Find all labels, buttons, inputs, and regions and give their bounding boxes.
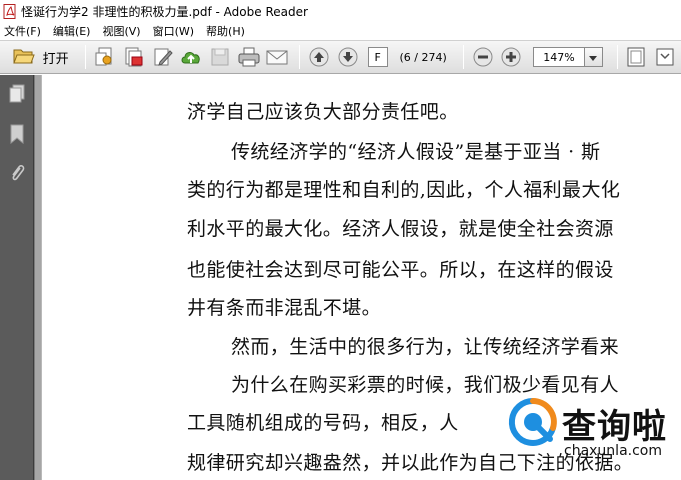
chevron-down-icon — [589, 50, 598, 64]
document-line: 为什么在购买彩票的时候，我们极少看见有人 — [231, 374, 620, 396]
bookmark-icon[interactable] — [8, 124, 26, 147]
menu-file[interactable]: 文件(F) — [4, 23, 41, 39]
document-line: 也能使社会达到尽可能公平。所以，在这样的假设 — [187, 259, 614, 281]
document-line: 井有条而非混乱不堪。 — [187, 297, 382, 319]
zoom-input[interactable]: 147% — [533, 47, 585, 67]
combine-files-icon[interactable] — [121, 44, 147, 70]
minus-icon[interactable] — [470, 44, 496, 70]
document-line: 然而，生活中的很多行为，让传统经济学看来 — [231, 336, 620, 358]
create-pdf-icon[interactable] — [92, 44, 118, 70]
menu-edit[interactable]: 编辑(E) — [53, 23, 91, 39]
document-line: 济学自己应该负大部分责任吧。 — [187, 101, 459, 123]
menu-view[interactable]: 视图(V) — [102, 23, 140, 39]
page-number-input[interactable]: F — [367, 47, 388, 67]
folder-open-icon — [12, 47, 35, 68]
document-line: 传统经济学的“经济人假设”是基于亚当 · 斯 — [231, 141, 601, 163]
pdf-file-icon — [3, 3, 17, 19]
page-count: (6 / 274) — [399, 50, 447, 64]
document-line: 类的行为都是理性和自利的,因此，个人福利最大化 — [187, 179, 621, 201]
edit-document-icon[interactable] — [150, 44, 176, 70]
save-icon[interactable] — [207, 44, 233, 70]
window-title: 怪诞行为学2 非理性的积极力量.pdf - Adobe Reader — [21, 4, 308, 19]
read-mode-icon[interactable] — [652, 44, 678, 70]
plus-icon[interactable] — [499, 44, 525, 70]
document-line: 利水平的最大化。经济人假设，就是使全社会资源 — [187, 218, 614, 240]
toolbar: 打开 F (6 / 274) 147% — [0, 41, 681, 74]
menu-window[interactable]: 窗口(W) — [153, 23, 194, 39]
fit-page-icon[interactable] — [624, 44, 650, 70]
zoom-dropdown-button[interactable] — [584, 47, 603, 67]
open-button[interactable]: 打开 — [6, 44, 75, 70]
arrow-up-icon[interactable] — [306, 44, 332, 70]
email-icon[interactable] — [265, 44, 291, 70]
toolbar-separator — [85, 45, 87, 69]
cloud-upload-icon[interactable] — [178, 44, 204, 70]
title-bar: 怪诞行为学2 非理性的积极力量.pdf - Adobe Reader — [0, 0, 681, 22]
arrow-down-icon[interactable] — [335, 44, 361, 70]
document-line: 工具随机组成的号码，相反，人 — [187, 412, 459, 434]
pages-icon[interactable] — [8, 84, 26, 107]
toolbar-separator — [299, 45, 301, 69]
watermark-url: chaxunla.com — [564, 443, 662, 459]
menu-bar: 文件(F) 编辑(E) 视图(V) 窗口(W) 帮助(H) — [0, 22, 681, 41]
open-button-label: 打开 — [42, 51, 69, 67]
toolbar-separator — [462, 45, 464, 69]
toolbar-separator — [616, 45, 618, 69]
watermark-name: 查询啦 — [562, 407, 667, 447]
navigation-panel — [0, 75, 34, 480]
paperclip-icon[interactable] — [8, 163, 26, 186]
panel-splitter[interactable] — [34, 75, 42, 480]
menu-help[interactable]: 帮助(H) — [206, 23, 245, 39]
print-icon[interactable] — [236, 44, 262, 70]
watermark-logo-icon — [506, 395, 560, 449]
watermark: 查询啦 chaxunla.com — [506, 395, 681, 480]
